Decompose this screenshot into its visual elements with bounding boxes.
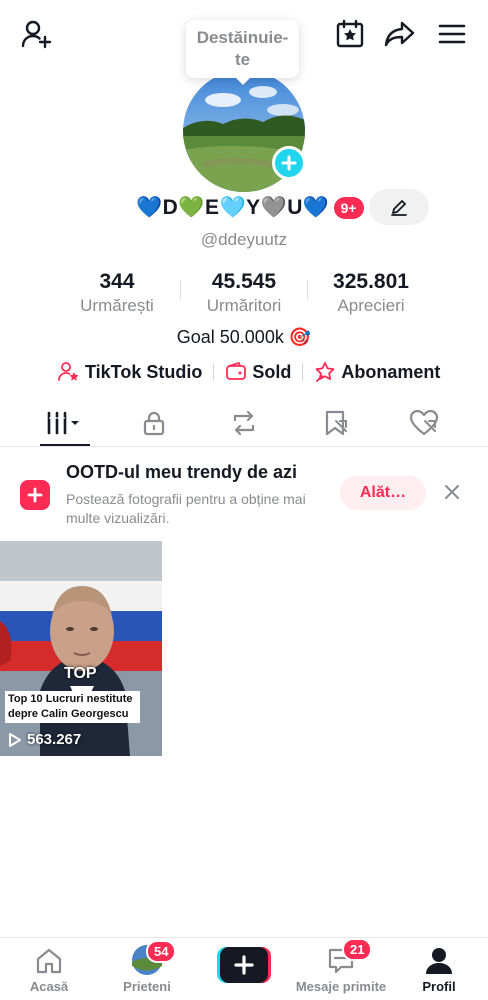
nav-label: Prieteni	[123, 979, 171, 994]
grid-icon	[47, 411, 79, 435]
promo-title: OOTD-ul meu trendy de azi	[66, 462, 298, 482]
stat-label: Aprecieri	[337, 296, 405, 315]
stat-label: Urmărești	[80, 296, 154, 315]
tab-favorites[interactable]	[296, 400, 376, 446]
thumbnail-caption: Top 10 Lucruri nestitute depre Calin Geo…	[5, 691, 140, 723]
nav-profile[interactable]: Profil	[390, 938, 488, 1000]
heart-icon	[409, 409, 439, 436]
name-row: 💙D💚E🩵Y🩶U💙 9+	[136, 193, 364, 223]
thumbnail-overlay-text: TOP	[64, 665, 97, 682]
view-count-value: 563.267	[27, 731, 82, 748]
add-avatar-button[interactable]	[272, 146, 306, 180]
stat-value: 45.545	[211, 270, 277, 293]
calendar-button[interactable]	[332, 16, 368, 52]
bookmark-icon	[325, 410, 347, 436]
user-star-icon	[58, 362, 79, 381]
inbox-badge: 21	[342, 938, 373, 961]
promo-description: Postează fotografii pentru a obține mai …	[66, 491, 306, 526]
active-tab-indicator	[40, 444, 90, 446]
video-thumbnail[interactable]: TOP Top 10 Lucruri nestitute depre Calin…	[0, 541, 162, 756]
add-user-icon	[21, 20, 52, 49]
profile-tabs	[0, 400, 488, 447]
link-label: Sold	[252, 361, 292, 382]
join-button[interactable]: Alăt…	[340, 476, 426, 510]
nav-label: Mesaje primite	[295, 979, 387, 994]
friends-badge: 54	[146, 940, 177, 963]
star-badge-icon	[315, 362, 335, 382]
stat-following[interactable]: 344 Urmărești	[47, 270, 187, 316]
plus-icon	[281, 155, 297, 171]
divider	[302, 363, 304, 381]
nav-home[interactable]: Acasă	[0, 938, 98, 1000]
plus-icon	[217, 947, 271, 983]
nav-friends[interactable]: 54 Prieteni	[98, 938, 196, 1000]
close-icon	[445, 485, 459, 499]
tab-liked[interactable]	[384, 400, 464, 446]
calendar-star-icon	[336, 19, 364, 48]
balance-link[interactable]: Sold	[225, 361, 291, 383]
repost-icon	[233, 410, 255, 436]
edit-profile-button[interactable]	[369, 189, 429, 225]
link-label: TikTok Studio	[85, 361, 203, 382]
subscription-link[interactable]: Abonament	[314, 361, 440, 383]
stat-likes[interactable]: 325.801 Aprecieri	[301, 270, 441, 316]
video-thumbnail-image	[0, 541, 162, 756]
nav-label: Profil	[422, 979, 456, 994]
close-button[interactable]	[440, 480, 464, 504]
tab-reposts[interactable]	[204, 400, 284, 446]
notifications-badge[interactable]: 9+	[333, 197, 364, 219]
profile-icon	[426, 948, 452, 974]
profile-links: TikTok Studio Sold Abonament	[58, 360, 440, 384]
view-count: 563.267	[8, 731, 81, 748]
share-button[interactable]	[382, 16, 418, 52]
display-name: 💙D💚E🩵Y🩶U💙	[136, 196, 330, 219]
stat-label: Urmăritori	[206, 296, 282, 315]
tab-videos[interactable]	[25, 400, 105, 446]
lock-icon	[143, 411, 165, 436]
camera-plus-icon	[20, 480, 50, 510]
username: @ddeyuutz	[200, 230, 288, 249]
share-icon	[384, 21, 415, 47]
play-icon	[9, 732, 21, 747]
stat-value: 344	[99, 270, 135, 293]
menu-icon	[438, 24, 466, 44]
menu-button[interactable]	[434, 16, 470, 52]
tiktok-studio-link[interactable]: TikTok Studio	[58, 361, 202, 383]
divider	[213, 363, 215, 381]
wallet-icon	[226, 362, 247, 380]
bottom-navigation: Acasă 54 Prieteni 21 Mesaje primite Prof…	[0, 937, 488, 1000]
pencil-icon	[391, 200, 407, 216]
home-icon	[36, 948, 62, 974]
tooltip-bubble[interactable]: Destăinuie-te	[186, 20, 299, 85]
promo-banner: OOTD-ul meu trendy de azi Postează fotog…	[0, 458, 488, 533]
create-button[interactable]	[217, 947, 271, 983]
nav-inbox[interactable]: 21 Mesaje primite	[292, 938, 390, 1000]
bio: Goal 50.000k 🎯	[176, 327, 312, 347]
tab-private[interactable]	[114, 400, 194, 446]
link-label: Abonament	[341, 361, 441, 382]
nav-label: Acasă	[29, 979, 69, 994]
tooltip-text: Destăinuie-te	[196, 28, 289, 69]
stat-value: 325.801	[333, 270, 409, 293]
add-friend-button[interactable]	[18, 16, 54, 52]
stat-followers[interactable]: 45.545 Urmăritori	[174, 270, 314, 316]
